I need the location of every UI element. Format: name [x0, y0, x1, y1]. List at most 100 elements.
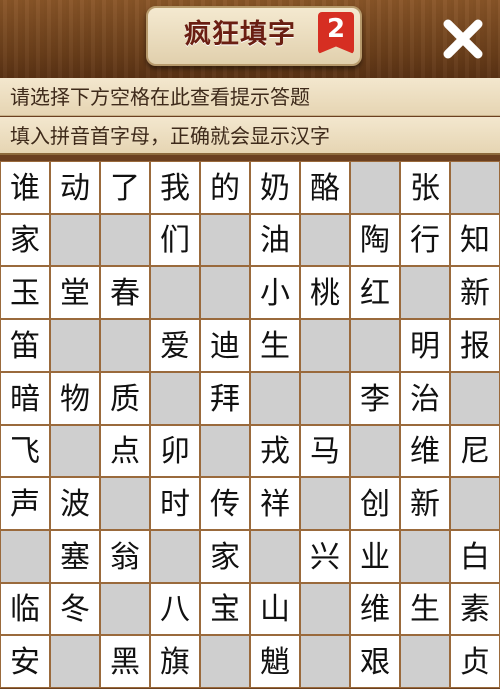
grid-cell-filled[interactable]: 小: [250, 266, 300, 319]
grid-cell-filled[interactable]: 们: [150, 214, 200, 266]
grid-cell-empty[interactable]: [200, 214, 250, 266]
grid-cell-filled[interactable]: 塞: [50, 530, 100, 583]
grid-cell-filled[interactable]: 声: [0, 477, 50, 530]
grid-cell-filled[interactable]: 张: [400, 161, 450, 214]
grid-cell-filled[interactable]: 春: [100, 266, 150, 319]
grid-cell-filled[interactable]: 拜: [200, 372, 250, 425]
grid-cell-filled[interactable]: 生: [400, 583, 450, 635]
grid-cell-empty[interactable]: [400, 635, 450, 688]
grid-cell-filled[interactable]: 动: [50, 161, 100, 214]
grid-cell-filled[interactable]: 旗: [150, 635, 200, 688]
grid-cell-filled[interactable]: 黑: [100, 635, 150, 688]
grid-cell-filled[interactable]: 明: [400, 319, 450, 372]
grid-cell-filled[interactable]: 戎: [250, 425, 300, 477]
grid-cell-filled[interactable]: 八: [150, 583, 200, 635]
grid-cell-filled[interactable]: 临: [0, 583, 50, 635]
grid-cell-filled[interactable]: 尼: [450, 425, 500, 477]
grid-cell-filled[interactable]: 玉: [0, 266, 50, 319]
grid-cell-empty[interactable]: [250, 530, 300, 583]
grid-cell-filled[interactable]: 暗: [0, 372, 50, 425]
grid-cell-filled[interactable]: 翁: [100, 530, 150, 583]
grid-cell-filled[interactable]: 波: [50, 477, 100, 530]
grid-cell-empty[interactable]: [250, 372, 300, 425]
grid-cell-empty[interactable]: [350, 161, 400, 214]
grid-cell-filled[interactable]: 奶: [250, 161, 300, 214]
grid-cell-empty[interactable]: [450, 161, 500, 214]
grid-cell-filled[interactable]: 点: [100, 425, 150, 477]
grid-cell-filled[interactable]: 谁: [0, 161, 50, 214]
grid-cell-filled[interactable]: 物: [50, 372, 100, 425]
grid-cell-filled[interactable]: 传: [200, 477, 250, 530]
grid-cell-filled[interactable]: 白: [450, 530, 500, 583]
grid-cell-filled[interactable]: 油: [250, 214, 300, 266]
grid-cell-filled[interactable]: 笛: [0, 319, 50, 372]
grid-cell-empty[interactable]: [150, 372, 200, 425]
grid-cell-filled[interactable]: 时: [150, 477, 200, 530]
grid-cell-filled[interactable]: 红: [350, 266, 400, 319]
grid-cell-filled[interactable]: 贞: [450, 635, 500, 688]
grid-cell-filled[interactable]: 艰: [350, 635, 400, 688]
grid-cell-filled[interactable]: 宝: [200, 583, 250, 635]
grid-cell-empty[interactable]: [150, 266, 200, 319]
grid-cell-empty[interactable]: [350, 425, 400, 477]
grid-cell-empty[interactable]: [50, 425, 100, 477]
grid-cell-empty[interactable]: [50, 635, 100, 688]
grid-cell-filled[interactable]: 酪: [300, 161, 350, 214]
grid-cell-filled[interactable]: 陶: [350, 214, 400, 266]
grid-cell-empty[interactable]: [300, 635, 350, 688]
grid-cell-filled[interactable]: 家: [0, 214, 50, 266]
grid-cell-filled[interactable]: 飞: [0, 425, 50, 477]
grid-cell-filled[interactable]: 维: [350, 583, 400, 635]
grid-cell-filled[interactable]: 质: [100, 372, 150, 425]
grid-cell-empty[interactable]: [0, 530, 50, 583]
grid-cell-empty[interactable]: [300, 477, 350, 530]
grid-cell-filled[interactable]: 堂: [50, 266, 100, 319]
grid-cell-filled[interactable]: 报: [450, 319, 500, 372]
grid-cell-filled[interactable]: 家: [200, 530, 250, 583]
grid-cell-empty[interactable]: [300, 583, 350, 635]
grid-cell-filled[interactable]: 维: [400, 425, 450, 477]
grid-cell-empty[interactable]: [100, 214, 150, 266]
grid-cell-filled[interactable]: 迪: [200, 319, 250, 372]
grid-cell-filled[interactable]: 山: [250, 583, 300, 635]
grid-cell-filled[interactable]: 生: [250, 319, 300, 372]
grid-cell-filled[interactable]: 业: [350, 530, 400, 583]
grid-cell-empty[interactable]: [300, 372, 350, 425]
grid-cell-filled[interactable]: 祥: [250, 477, 300, 530]
grid-cell-empty[interactable]: [350, 319, 400, 372]
grid-cell-empty[interactable]: [50, 319, 100, 372]
grid-cell-empty[interactable]: [100, 477, 150, 530]
grid-cell-filled[interactable]: 行: [400, 214, 450, 266]
grid-cell-empty[interactable]: [300, 214, 350, 266]
grid-cell-filled[interactable]: 桃: [300, 266, 350, 319]
grid-cell-filled[interactable]: 的: [200, 161, 250, 214]
grid-cell-filled[interactable]: 创: [350, 477, 400, 530]
grid-cell-filled[interactable]: 治: [400, 372, 450, 425]
grid-cell-filled[interactable]: 李: [350, 372, 400, 425]
grid-cell-empty[interactable]: [450, 372, 500, 425]
grid-cell-filled[interactable]: 马: [300, 425, 350, 477]
close-button[interactable]: [438, 14, 488, 64]
grid-cell-filled[interactable]: 兴: [300, 530, 350, 583]
grid-cell-filled[interactable]: 安: [0, 635, 50, 688]
grid-cell-filled[interactable]: 魈: [250, 635, 300, 688]
grid-cell-empty[interactable]: [450, 477, 500, 530]
grid-cell-filled[interactable]: 素: [450, 583, 500, 635]
grid-cell-filled[interactable]: 冬: [50, 583, 100, 635]
grid-cell-filled[interactable]: 知: [450, 214, 500, 266]
grid-cell-filled[interactable]: 卯: [150, 425, 200, 477]
grid-cell-empty[interactable]: [400, 266, 450, 319]
grid-cell-empty[interactable]: [100, 319, 150, 372]
grid-cell-empty[interactable]: [300, 319, 350, 372]
grid-cell-filled[interactable]: 爱: [150, 319, 200, 372]
grid-cell-empty[interactable]: [200, 635, 250, 688]
grid-cell-empty[interactable]: [200, 425, 250, 477]
grid-cell-empty[interactable]: [200, 266, 250, 319]
grid-cell-filled[interactable]: 新: [450, 266, 500, 319]
grid-cell-filled[interactable]: 了: [100, 161, 150, 214]
grid-cell-filled[interactable]: 新: [400, 477, 450, 530]
grid-cell-empty[interactable]: [150, 530, 200, 583]
grid-cell-empty[interactable]: [100, 583, 150, 635]
grid-cell-empty[interactable]: [50, 214, 100, 266]
grid-cell-filled[interactable]: 我: [150, 161, 200, 214]
